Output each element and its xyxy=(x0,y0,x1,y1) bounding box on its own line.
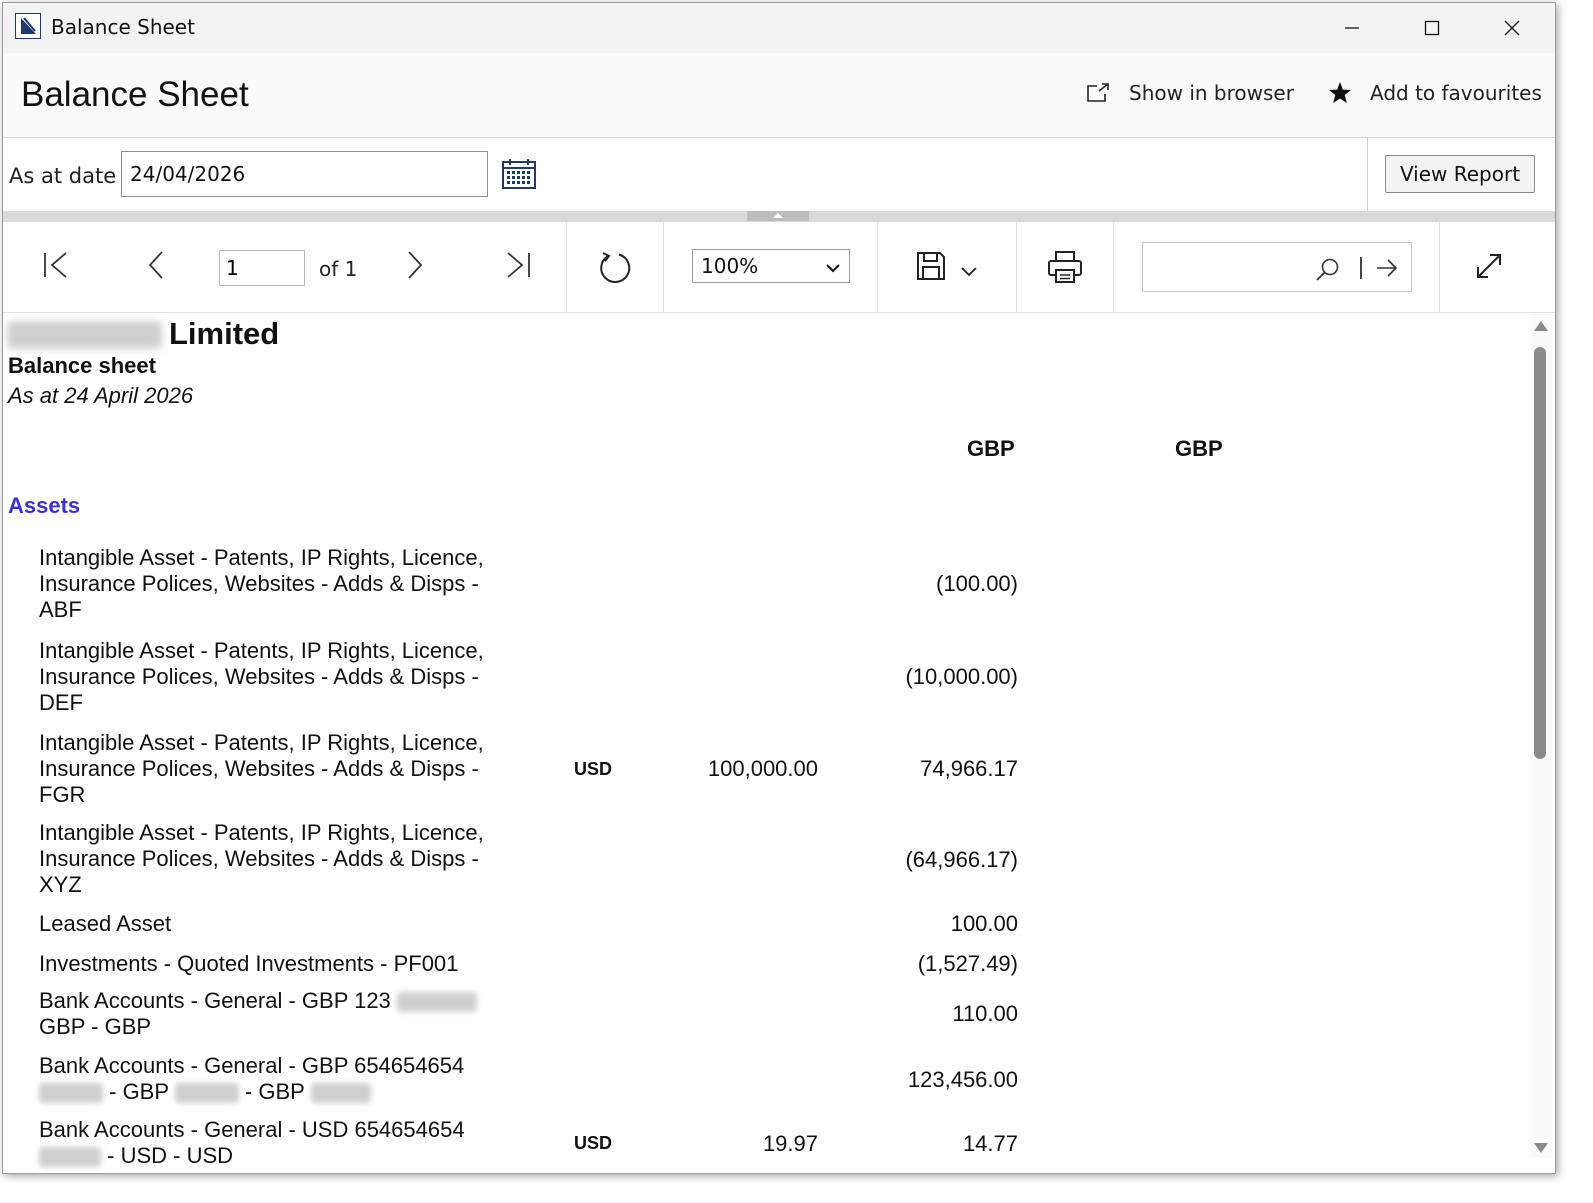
find-next-arrow-icon[interactable] xyxy=(1375,257,1399,283)
account-name: Bank Accounts - General - GBP 123 GBP - … xyxy=(39,988,509,1040)
window-title: Balance Sheet xyxy=(51,15,195,39)
account-name-part: - USD - USD xyxy=(107,1143,234,1168)
column-header-gbp: GBP xyxy=(1175,436,1223,461)
toolbar-separator xyxy=(1439,222,1440,312)
scroll-down-arrow-icon[interactable] xyxy=(1534,1143,1548,1153)
maximize-button[interactable] xyxy=(1393,3,1471,53)
gbp-amount: 123,456.00 xyxy=(907,1067,1018,1092)
search-divider xyxy=(1360,257,1362,279)
account-name: Leased Asset xyxy=(39,911,172,936)
account-name: Intangible Asset - Patents, IP Rights, L… xyxy=(39,820,484,897)
external-link-icon xyxy=(1085,82,1111,104)
account-name-part: - GBP xyxy=(244,1079,305,1104)
company-name: Limited xyxy=(169,316,280,351)
close-button[interactable] xyxy=(1473,3,1551,53)
account-name: Bank Accounts - General - GBP 654654654 … xyxy=(39,1053,509,1105)
gbp-amount: 74,966.17 xyxy=(920,756,1018,781)
foreign-amount: 19.97 xyxy=(762,1131,818,1156)
save-format-chevron-icon[interactable] xyxy=(960,266,978,278)
gbp-amount: 14.77 xyxy=(962,1131,1018,1156)
view-report-button[interactable]: View Report xyxy=(1385,155,1535,193)
redacted-company-name xyxy=(7,321,162,349)
redacted-text xyxy=(310,1083,371,1104)
report-window: Balance Sheet Balance Sheet Show in brow… xyxy=(2,2,1556,1174)
account-name: Intangible Asset - Patents, IP Rights, L… xyxy=(39,638,484,715)
report-subtitle: Balance sheet xyxy=(8,353,156,378)
parameter-splitter[interactable] xyxy=(3,211,1555,222)
show-in-browser-button[interactable]: Show in browser xyxy=(1085,81,1294,105)
as-at-date-input[interactable] xyxy=(121,151,488,197)
toolbar-separator xyxy=(877,222,878,312)
add-to-favourites-label: Add to favourites xyxy=(1370,81,1542,105)
currency-code: USD xyxy=(574,1133,613,1153)
redacted-text xyxy=(39,1083,103,1104)
zoom-value: 100% xyxy=(701,254,759,278)
scroll-up-arrow-icon[interactable] xyxy=(1534,321,1548,331)
report-viewer: Limited Balance sheet As at 24 April 202… xyxy=(3,313,1533,1173)
account-name: Bank Accounts - General - USD 654654654 … xyxy=(39,1117,509,1169)
save-icon[interactable] xyxy=(915,250,947,282)
calendar-icon[interactable] xyxy=(501,158,537,194)
account-name: Intangible Asset - Patents, IP Rights, L… xyxy=(39,545,484,622)
find-in-report-input[interactable] xyxy=(1142,242,1412,292)
minimize-button[interactable] xyxy=(1313,3,1391,53)
toolbar-separator xyxy=(663,222,664,312)
star-icon xyxy=(1328,81,1352,105)
collapse-parameters-handle[interactable] xyxy=(747,211,809,221)
page-number-input[interactable] xyxy=(219,250,305,286)
gbp-amount: (64,966.17) xyxy=(905,847,1018,872)
previous-page-icon[interactable] xyxy=(144,250,168,280)
search-icon[interactable] xyxy=(1315,257,1341,287)
account-name-part: - GBP xyxy=(109,1079,169,1104)
redacted-text xyxy=(396,992,477,1013)
param-divider xyxy=(1367,138,1368,212)
account-name-part: Bank Accounts - General - USD 654654654 xyxy=(39,1117,465,1142)
gbp-amount: (10,000.00) xyxy=(905,664,1018,689)
toolbar-separator xyxy=(1113,222,1114,312)
account-name: Intangible Asset - Patents, IP Rights, L… xyxy=(39,730,484,807)
redacted-text xyxy=(39,1147,101,1168)
report-parameters: As at date View Report xyxy=(3,138,1555,212)
currency-code: USD xyxy=(574,759,613,779)
refresh-icon[interactable] xyxy=(597,250,633,286)
vertical-scrollbar[interactable] xyxy=(1530,313,1552,1158)
fullscreen-icon[interactable] xyxy=(1473,250,1505,282)
account-name-part: Bank Accounts - General - GBP 654654654 xyxy=(39,1053,465,1078)
page-title: Balance Sheet xyxy=(21,75,249,114)
print-icon[interactable] xyxy=(1047,250,1083,284)
column-header-gbp: GBP xyxy=(967,436,1015,461)
as-at-date-label: As at date xyxy=(9,164,117,188)
page-header: Balance Sheet Show in browser Add to fav… xyxy=(3,53,1555,138)
scroll-thumb[interactable] xyxy=(1534,347,1546,759)
account-name-part: GBP - GBP xyxy=(39,1014,152,1039)
section-heading: Assets xyxy=(8,493,81,518)
report-date: As at 24 April 2026 xyxy=(8,383,194,408)
gbp-amount: (1,527.49) xyxy=(917,951,1018,976)
foreign-amount: 100,000.00 xyxy=(707,756,818,781)
toolbar-separator xyxy=(1016,222,1017,312)
report-toolbar: of 1 100% xyxy=(3,222,1555,313)
gbp-amount: (100.00) xyxy=(936,571,1018,596)
toolbar-separator xyxy=(566,222,567,312)
first-page-icon[interactable] xyxy=(41,250,71,280)
next-page-icon[interactable] xyxy=(403,250,427,280)
chevron-down-icon xyxy=(825,254,841,278)
gbp-amount: 100.00 xyxy=(950,911,1018,936)
app-logo-icon xyxy=(15,13,41,39)
last-page-icon[interactable] xyxy=(503,250,533,280)
page-count: of 1 xyxy=(319,257,358,281)
account-name-part: Bank Accounts - General - GBP 123 xyxy=(39,988,391,1013)
zoom-select[interactable]: 100% xyxy=(692,249,850,283)
redacted-text xyxy=(174,1083,239,1104)
add-to-favourites-button[interactable]: Add to favourites xyxy=(1328,81,1542,105)
account-name: Investments - Quoted Investments - PF001 xyxy=(39,951,459,976)
title-bar: Balance Sheet xyxy=(3,3,1555,53)
gbp-amount: 110.00 xyxy=(952,1001,1018,1026)
show-in-browser-label: Show in browser xyxy=(1129,81,1294,105)
